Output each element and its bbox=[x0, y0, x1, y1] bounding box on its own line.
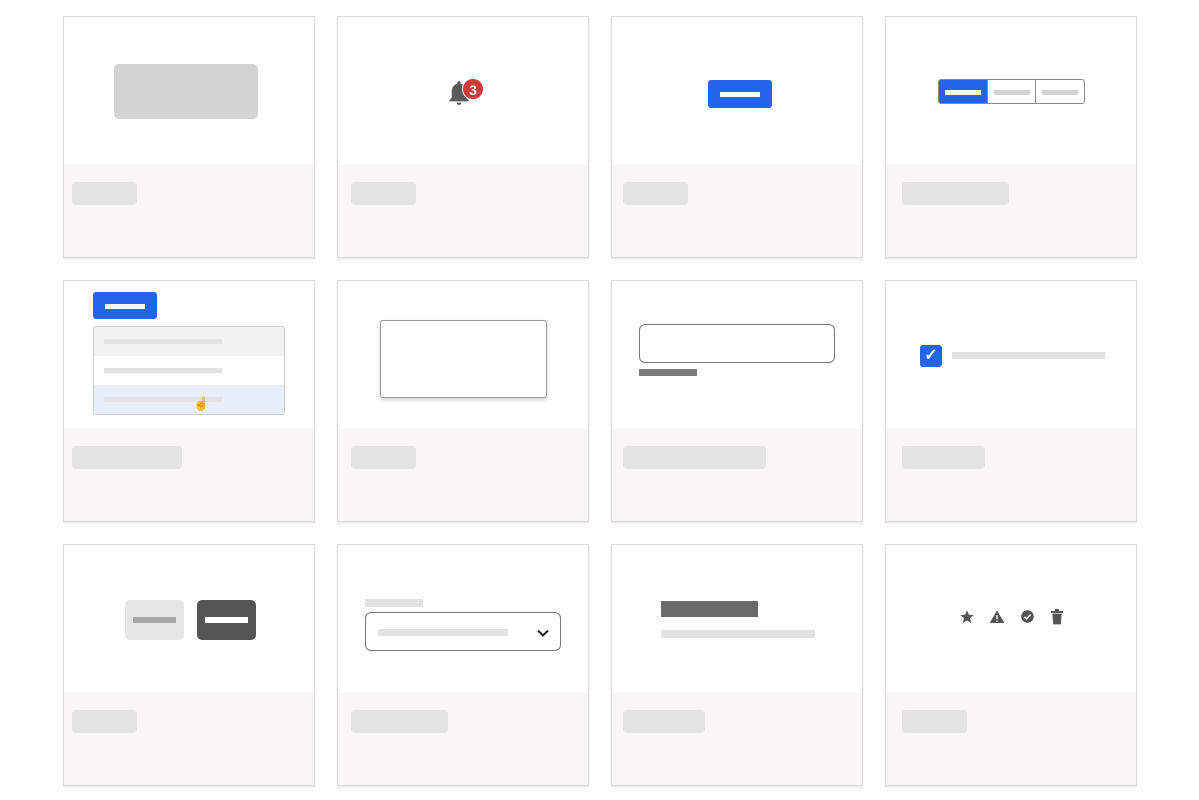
text-input[interactable] bbox=[639, 324, 835, 363]
icon-row bbox=[956, 608, 1068, 632]
select-label-skeleton bbox=[365, 599, 423, 607]
title-skeleton bbox=[623, 710, 705, 733]
trash-icon bbox=[1046, 608, 1068, 632]
title-skeleton bbox=[902, 446, 985, 469]
hand-cursor-icon: ☝ bbox=[193, 396, 210, 411]
primary-button[interactable] bbox=[708, 80, 772, 108]
title-skeleton bbox=[623, 182, 688, 205]
segment-label-skeleton bbox=[944, 89, 981, 95]
chevron-down-icon bbox=[536, 621, 550, 646]
card-placeholder[interactable] bbox=[63, 16, 315, 258]
card-preview bbox=[612, 545, 862, 693]
button-label-skeleton bbox=[105, 303, 145, 309]
title-skeleton bbox=[72, 182, 137, 205]
card-primary-button[interactable] bbox=[611, 16, 863, 258]
card-footer bbox=[612, 429, 862, 521]
secondary-button[interactable] bbox=[125, 600, 184, 640]
select-value-skeleton bbox=[378, 629, 508, 636]
segmented-control[interactable] bbox=[938, 79, 1085, 104]
title-skeleton bbox=[351, 182, 416, 205]
card-preview bbox=[886, 17, 1136, 165]
check-icon: ✓ bbox=[924, 347, 938, 364]
card-preview bbox=[338, 281, 588, 429]
title-skeleton bbox=[72, 446, 182, 469]
segment-3[interactable] bbox=[1035, 80, 1084, 103]
button-label-skeleton bbox=[720, 92, 760, 97]
card-footer bbox=[612, 165, 862, 257]
select-field[interactable] bbox=[365, 612, 561, 651]
placeholder-block bbox=[114, 64, 258, 119]
card-segmented-control[interactable] bbox=[885, 16, 1137, 258]
card-select[interactable] bbox=[337, 544, 589, 786]
notification-count-badge: 3 bbox=[462, 78, 484, 100]
title-skeleton bbox=[351, 446, 416, 469]
card-preview: ✓ bbox=[886, 281, 1136, 429]
card-icons[interactable] bbox=[885, 544, 1137, 786]
menu-item[interactable] bbox=[94, 327, 284, 356]
segment-label-skeleton bbox=[1042, 89, 1079, 95]
card-footer bbox=[886, 429, 1136, 521]
helper-text-skeleton bbox=[639, 369, 697, 376]
menu-item-hovered[interactable]: ☝ bbox=[94, 385, 284, 414]
card-footer bbox=[338, 429, 588, 521]
card-buttons[interactable] bbox=[63, 544, 315, 786]
card-preview bbox=[64, 545, 314, 693]
card-preview bbox=[64, 17, 314, 165]
card-checkbox[interactable]: ✓ bbox=[885, 280, 1137, 522]
card-modal[interactable] bbox=[337, 280, 589, 522]
title-skeleton bbox=[902, 710, 967, 733]
card-footer bbox=[886, 165, 1136, 257]
card-footer bbox=[612, 693, 862, 785]
card-footer bbox=[64, 429, 314, 521]
button-label-skeleton bbox=[133, 617, 176, 623]
checkbox-checked[interactable]: ✓ bbox=[920, 345, 942, 367]
menu-item[interactable] bbox=[94, 356, 284, 385]
card-footer bbox=[64, 165, 314, 257]
heading-skeleton bbox=[661, 601, 758, 617]
title-skeleton bbox=[902, 182, 1009, 205]
menu-item-label-skeleton bbox=[104, 339, 222, 344]
component-gallery: 3 ☝ ✓ bbox=[0, 0, 1199, 800]
checkbox-label-skeleton bbox=[952, 352, 1105, 359]
card-preview bbox=[612, 281, 862, 429]
card-notification[interactable]: 3 bbox=[337, 16, 589, 258]
dropdown-trigger-button[interactable] bbox=[93, 292, 157, 319]
notification-bell[interactable]: 3 bbox=[446, 75, 490, 111]
segment-1[interactable] bbox=[939, 80, 987, 103]
card-footer bbox=[886, 693, 1136, 785]
card-dropdown-menu[interactable]: ☝ bbox=[63, 280, 315, 522]
card-preview: 3 bbox=[338, 17, 588, 165]
modal-dialog bbox=[380, 320, 547, 398]
warning-icon bbox=[986, 609, 1008, 632]
card-text[interactable] bbox=[611, 544, 863, 786]
dark-button[interactable] bbox=[197, 600, 256, 640]
title-skeleton bbox=[351, 710, 448, 733]
card-preview bbox=[612, 17, 862, 165]
menu-item-label-skeleton bbox=[104, 368, 222, 373]
card-text-input[interactable] bbox=[611, 280, 863, 522]
check-circle-icon bbox=[1016, 609, 1038, 631]
card-footer bbox=[338, 693, 588, 785]
star-icon bbox=[956, 609, 978, 632]
segment-label-skeleton bbox=[993, 89, 1030, 95]
card-preview bbox=[886, 545, 1136, 693]
card-footer bbox=[338, 165, 588, 257]
card-preview bbox=[338, 545, 588, 693]
dropdown-menu: ☝ bbox=[93, 326, 285, 415]
title-skeleton bbox=[623, 446, 766, 469]
body-text-skeleton bbox=[661, 630, 815, 638]
segment-2[interactable] bbox=[986, 80, 1036, 103]
button-label-skeleton bbox=[205, 617, 248, 623]
title-skeleton bbox=[72, 710, 137, 733]
card-preview: ☝ bbox=[64, 281, 314, 429]
card-footer bbox=[64, 693, 314, 785]
